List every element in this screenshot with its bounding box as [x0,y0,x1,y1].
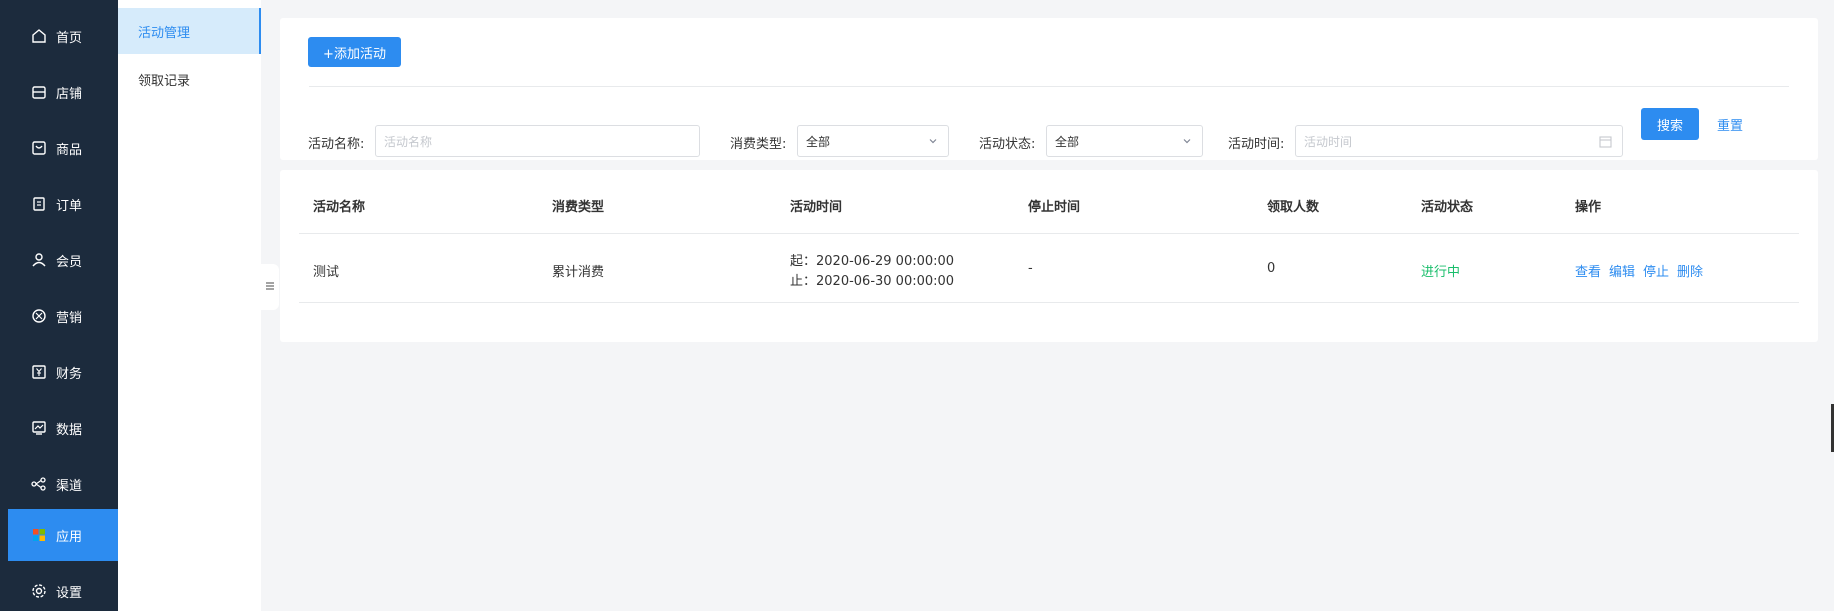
sidebar-item-label: 店铺 [56,86,83,102]
column-header-name: 活动名称 [313,200,366,215]
chevron-down-icon [929,139,937,144]
sidebar-item-label: 首页 [56,30,83,46]
activity-time-placeholder: 活动时间 [1304,134,1353,149]
sidebar-item-label: 应用 [56,529,83,545]
sidebar-item-label: 订单 [56,198,83,214]
activity-table: 活动名称 消费类型 活动时间 停止时间 领取人数 活动状态 操作 测试 累计消费… [280,170,1818,342]
sidebar-item-label: 财务 [56,366,83,382]
column-header-stop-time: 停止时间 [1028,200,1081,215]
sidebar-item-finance[interactable]: 财务 [8,346,118,398]
cell-count: 0 [1267,261,1276,276]
subnav-item-claim-records[interactable]: 领取记录 [118,56,261,102]
consume-type-select[interactable]: 全部 [797,125,949,157]
store-icon [30,83,48,101]
marketing-icon [30,307,48,325]
sidebar-item-member[interactable]: 会员 [8,234,118,286]
row-divider [299,302,1799,303]
chevron-down-icon [1183,139,1191,144]
column-header-count: 领取人数 [1267,200,1320,215]
channel-icon [30,475,48,493]
sidebar-item-label: 渠道 [56,478,83,494]
sidebar-item-label: 商品 [56,142,83,158]
activity-time-label: 活动时间: [1228,137,1285,152]
consume-type-value: 全部 [806,134,831,149]
sidebar-item-store[interactable]: 店铺 [8,66,118,118]
reset-link[interactable]: 重置 [1717,115,1743,134]
goods-icon [30,139,48,157]
main-sidebar: 首页 店铺 商品 订单 会员 营销 财务 数据 渠道 应用 设置 [0,0,118,611]
delete-link[interactable]: 删除 [1677,265,1703,280]
search-button[interactable]: 搜索 [1641,108,1699,140]
sub-sidebar: 活动管理 领取记录 [118,0,261,611]
column-header-time: 活动时间 [790,200,843,215]
menu-icon [265,280,275,295]
cell-type: 累计消费 [552,265,605,280]
cell-name: 测试 [313,265,340,280]
cell-start-time: 起：2020-06-29 00:00:00 [790,254,955,269]
activity-time-picker[interactable]: 活动时间 [1295,125,1623,157]
activity-status-select[interactable]: 全部 [1046,125,1203,157]
collapse-toggle[interactable] [261,264,279,310]
sidebar-item-label: 营销 [56,310,83,326]
cell-actions: 查看 编辑 停止 删除 [1575,261,1711,280]
data-icon [30,419,48,437]
column-header-type: 消费类型 [552,200,605,215]
cell-end-time: 止：2020-06-30 00:00:00 [790,274,955,289]
activity-name-placeholder: 活动名称 [384,134,433,149]
activity-name-input[interactable]: 活动名称 [375,125,700,157]
sidebar-item-data[interactable]: 数据 [8,402,118,454]
filter-card: +添加活动 活动名称: 活动名称 消费类型: 全部 活动状态: 全部 活动时间:… [280,18,1818,160]
divider [309,86,1789,87]
member-icon [30,251,48,269]
activity-status-label: 活动状态: [979,137,1036,152]
sidebar-item-marketing[interactable]: 营销 [8,290,118,342]
subnav-item-activity-manage[interactable]: 活动管理 [118,8,261,54]
activity-status-value: 全部 [1055,134,1080,149]
stop-link[interactable]: 停止 [1643,265,1669,280]
sidebar-item-settings[interactable]: 设置 [8,565,118,611]
calendar-icon [1599,136,1612,148]
settings-icon [30,582,48,600]
header-divider [299,233,1799,234]
home-icon [30,27,48,45]
subnav-item-label: 领取记录 [138,73,191,89]
activity-name-label: 活动名称: [308,137,365,152]
sidebar-item-order[interactable]: 订单 [8,178,118,230]
cell-stop-time: - [1028,261,1033,276]
sidebar-item-apps[interactable]: 应用 [8,509,118,561]
view-link[interactable]: 查看 [1575,265,1601,280]
sidebar-item-channel[interactable]: 渠道 [8,458,118,510]
status-badge: 进行中 [1421,265,1461,280]
consume-type-label: 消费类型: [730,137,787,152]
sidebar-item-home[interactable]: 首页 [8,10,118,62]
column-header-status: 活动状态 [1421,200,1474,215]
column-header-actions: 操作 [1575,200,1602,215]
apps-icon [30,526,48,544]
sidebar-item-label: 数据 [56,422,83,438]
subnav-item-label: 活动管理 [138,25,191,41]
finance-icon [30,363,48,381]
edit-link[interactable]: 编辑 [1609,265,1635,280]
sidebar-item-label: 设置 [56,585,83,601]
sidebar-item-label: 会员 [56,254,83,270]
order-icon [30,195,48,213]
add-activity-button[interactable]: +添加活动 [308,37,401,67]
sidebar-item-goods[interactable]: 商品 [8,122,118,174]
